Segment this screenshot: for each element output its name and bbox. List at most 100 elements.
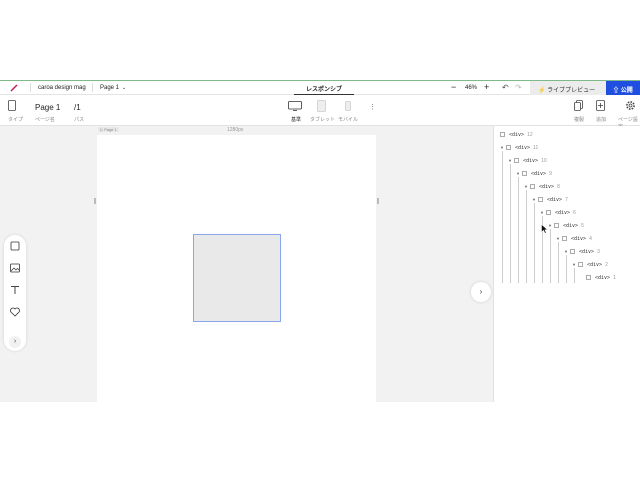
zoom-in-button[interactable]: + [484, 82, 489, 92]
desktop-icon [288, 101, 302, 111]
type-button[interactable] [8, 100, 16, 111]
redo-icon[interactable]: ↷ [515, 83, 522, 92]
layer-count: 4 [589, 236, 592, 242]
pencil-icon[interactable] [10, 84, 18, 92]
text-icon[interactable] [9, 284, 21, 296]
mouse-cursor-icon [541, 224, 549, 234]
tree-guide [550, 229, 551, 283]
duplicate-label: 複製 [574, 117, 585, 123]
tree-guide [518, 177, 519, 283]
tree-guide [502, 151, 503, 283]
layer-checkbox[interactable] [554, 223, 559, 228]
layer-checkbox[interactable] [514, 158, 519, 163]
layer-count: 8 [557, 184, 560, 190]
page-path-input[interactable]: /1 [74, 103, 81, 112]
layer-checkbox[interactable] [578, 262, 583, 267]
layer-count: 11 [533, 145, 539, 151]
publish-button[interactable]: ⇧ 公開 [606, 81, 640, 95]
layer-tag: <div> [571, 236, 587, 242]
device-desktop-button[interactable] [288, 101, 302, 111]
layer-row[interactable]: <div> 1 [586, 275, 616, 287]
page-settings-button[interactable] [625, 100, 636, 111]
page-tag-label: Page 1 [104, 127, 117, 132]
layer-row[interactable]: ▼ <div> 2 [572, 262, 608, 274]
undo-icon[interactable]: ↶ [502, 83, 509, 92]
tree-guide [510, 164, 511, 283]
layer-row[interactable]: ▼ <div> 9 [516, 171, 552, 183]
page-toolbar: タイプ Page 1 ページ名 /1 パス 基準 タブレット モバイル ⋮ 複製… [0, 95, 640, 130]
gear-icon [626, 101, 635, 110]
image-icon[interactable] [9, 262, 21, 274]
toggle-right-panel-icon[interactable]: › [471, 282, 491, 302]
layer-tag: <div> [595, 275, 611, 281]
add-page-button[interactable] [596, 100, 605, 111]
page-tag[interactable]: ▷ Page 1 [98, 127, 119, 132]
expand-panel-icon[interactable]: › [9, 336, 21, 348]
layer-checkbox[interactable] [546, 210, 551, 215]
editor-app: caroa design mag Page 1 ⌄ レスポンシブ − 46% + … [0, 80, 640, 402]
layer-row[interactable]: ▼ <div> 5 [548, 223, 584, 235]
layer-count: 9 [549, 171, 552, 177]
device-tablet-label: タブレット [310, 117, 336, 123]
layer-count: 1 [613, 275, 616, 281]
page-selector[interactable]: Page 1 ⌄ [100, 85, 126, 91]
layer-checkbox[interactable] [570, 249, 575, 254]
layer-row[interactable]: ▼ <div> 7 [532, 197, 568, 209]
layer-tag: <div> [563, 223, 579, 229]
layer-checkbox[interactable] [506, 145, 511, 150]
tablet-icon [317, 100, 326, 112]
layer-tag: <div> [555, 210, 571, 216]
layer-checkbox[interactable] [530, 184, 535, 189]
layer-row[interactable]: ▼ <div> 6 [540, 210, 576, 222]
resize-handle-left[interactable] [94, 198, 96, 204]
device-mobile-button[interactable] [345, 101, 351, 111]
element-insert-panel: › [4, 235, 26, 351]
layer-tag: <div> [531, 171, 547, 177]
layer-checkbox[interactable] [562, 236, 567, 241]
layer-checkbox[interactable] [522, 171, 527, 176]
layer-checkbox[interactable] [500, 132, 505, 137]
layer-row[interactable]: ▼ <div> 11 [500, 145, 538, 157]
page-icon [8, 100, 16, 111]
layer-count: 12 [527, 132, 533, 138]
mobile-icon [345, 101, 351, 111]
layer-count: 7 [565, 197, 568, 203]
layer-row[interactable]: ▼ <div> 4 [556, 236, 592, 248]
device-desktop-label: 基準 [291, 117, 302, 123]
layer-tag: <div> [509, 132, 525, 138]
canvas-area[interactable]: ▷ Page 1 1280px › › [0, 126, 493, 402]
layer-tag: <div> [523, 158, 539, 164]
mode-title[interactable]: レスポンシブ [293, 84, 355, 95]
layer-count: 10 [541, 158, 547, 164]
more-options-icon[interactable]: ⋮ [369, 103, 376, 111]
add-page-icon [596, 100, 605, 111]
heart-icon[interactable] [9, 306, 21, 318]
layer-checkbox[interactable] [586, 275, 591, 280]
divider [92, 83, 93, 92]
selected-div-element[interactable] [193, 234, 281, 322]
layer-tag: <div> [515, 145, 531, 151]
device-tablet-button[interactable] [317, 100, 326, 112]
layer-row[interactable]: <div> 12 [500, 132, 533, 144]
project-name[interactable]: caroa design mag [38, 85, 86, 91]
top-bar: caroa design mag Page 1 ⌄ レスポンシブ − 46% + … [0, 80, 640, 95]
chevron-down-icon: ⌄ [122, 85, 127, 91]
duplicate-button[interactable] [574, 100, 583, 111]
layer-row[interactable]: ▼ <div> 8 [524, 184, 560, 196]
layer-row[interactable]: ▼ <div> 3 [564, 249, 600, 261]
live-preview-button[interactable]: ⚡ ライブプレビュー [530, 81, 606, 95]
layer-count: 6 [573, 210, 576, 216]
zoom-level: 46% [465, 85, 478, 91]
layer-row[interactable]: ▼ <div> 10 [508, 158, 547, 170]
page-selector-label: Page 1 [100, 85, 120, 91]
tree-guide [534, 203, 535, 283]
zoom-out-button[interactable]: − [451, 82, 456, 92]
rectangle-icon[interactable] [9, 240, 21, 252]
layer-checkbox[interactable] [538, 197, 543, 202]
resize-handle-right[interactable] [377, 198, 379, 204]
tree-guide [574, 268, 575, 283]
layer-count: 5 [581, 223, 584, 229]
live-preview-label: ライブプレビュー [547, 88, 596, 94]
layer-tag: <div> [539, 184, 555, 190]
page-name-input[interactable]: Page 1 [35, 103, 60, 112]
